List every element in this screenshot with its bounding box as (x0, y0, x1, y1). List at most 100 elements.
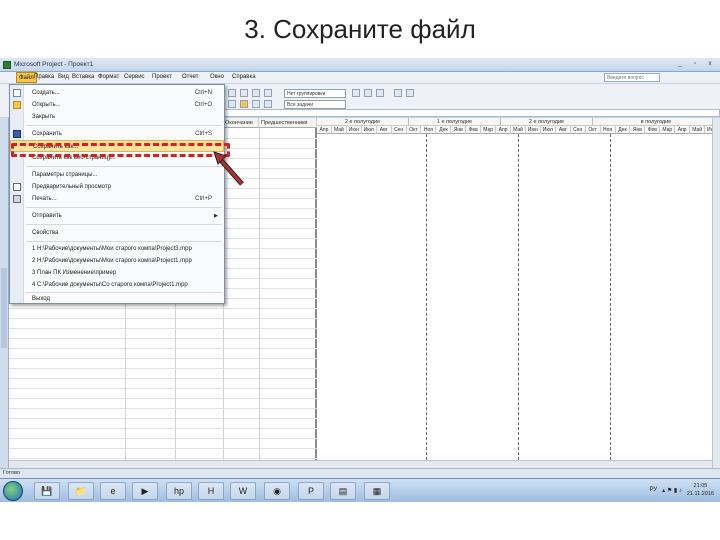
menu-item-new[interactable]: Создать... Ctrl+N (10, 87, 224, 99)
gantt-chart[interactable]: 2 е полугодие 1 е полугодие 2 е полугоди… (317, 118, 720, 460)
timescale-month: Дек (615, 126, 631, 134)
explorer-icon[interactable]: 📁 (68, 482, 94, 500)
view-bar[interactable] (0, 118, 9, 488)
help-search-input[interactable]: Введите вопрос (604, 73, 660, 82)
menu-item-recent-2[interactable]: 2 H:\Рабочие\документы\Мои старого компа… (10, 255, 224, 267)
menu-item-page-setup[interactable]: Параметры страницы... (10, 169, 224, 181)
start-button[interactable] (3, 481, 23, 501)
menu-format[interactable]: Формат (98, 74, 119, 80)
menu-item-label: Печать... (32, 196, 57, 202)
timescale-month: Сен (570, 126, 586, 134)
maximize-button[interactable]: ▫ (689, 60, 701, 69)
menu-item-open[interactable]: Открыть... Ctrl+O (10, 99, 224, 111)
save-as-highlight-box (11, 143, 230, 157)
view-bar-label (1, 268, 7, 348)
project-app-icon (3, 61, 11, 69)
menu-item-label: Свойства (32, 230, 59, 236)
menu-window[interactable]: Окно (210, 74, 224, 80)
toolbar-button[interactable] (394, 89, 402, 97)
menu-item-recent-3[interactable]: 3 План ПК Изменение\пример (10, 267, 224, 279)
timescale-month: Сен (391, 126, 407, 134)
menu-help[interactable]: Справка (232, 74, 256, 80)
menu-item-shortcut: Ctrl+O (194, 102, 212, 108)
menu-item-properties[interactable]: Свойства (10, 227, 224, 239)
submenu-arrow-icon: ▶ (214, 213, 218, 219)
period-divider (518, 134, 519, 460)
menu-insert[interactable]: Вставка (72, 74, 94, 80)
menu-bar: Файл Правка Вид Вставка Формат Сервис Пр… (0, 72, 720, 84)
menu-item-label: Закрыть (32, 114, 56, 120)
toolbar-button[interactable] (240, 100, 248, 108)
language-indicator[interactable]: РУ (649, 487, 657, 493)
word-icon[interactable]: W (230, 482, 256, 500)
hp-icon[interactable]: hp (166, 482, 192, 500)
floppy-icon[interactable]: 💾 (34, 482, 60, 500)
menu-item-print[interactable]: Печать... Ctrl+P (10, 193, 224, 205)
table-horizontal-scrollbar[interactable] (9, 460, 317, 468)
toolbar-button[interactable] (228, 100, 236, 108)
clock[interactable]: 21:05 21.11.2016 (687, 482, 714, 498)
menu-item-shortcut: Ctrl+P (195, 196, 212, 202)
media-player-icon[interactable]: ▶ (132, 482, 158, 500)
vertical-scrollbar[interactable] (712, 118, 720, 468)
toolbar-button[interactable] (406, 89, 414, 97)
gantt-horizontal-scrollbar[interactable] (317, 460, 712, 468)
menu-item-send[interactable]: Отправить ▶ (10, 210, 224, 222)
timescale-month: Ноя (600, 126, 616, 134)
menu-item-label: Предварительный просмотр (32, 184, 111, 190)
toolbar-button[interactable] (264, 100, 272, 108)
clock-time: 21:05 (693, 483, 708, 489)
zoom-in-button[interactable] (352, 89, 360, 97)
toolbar-button[interactable] (264, 89, 272, 97)
filter-combo[interactable]: Все задачи (284, 100, 346, 109)
toolbar-button[interactable] (252, 100, 260, 108)
window-titlebar: Microsoft Project - Проект1 _ ▫ x (0, 58, 720, 72)
toolbar-button[interactable] (376, 89, 384, 97)
timescale-month: Апр (317, 126, 332, 134)
table-row (9, 408, 317, 409)
reader-icon[interactable]: ▤ (330, 482, 356, 500)
toolbar-button[interactable] (240, 89, 248, 97)
timescale-month: Май (511, 126, 526, 134)
zoom-out-button[interactable] (364, 89, 372, 97)
menu-item-save[interactable]: Сохранить Ctrl+S (10, 128, 224, 140)
menu-item-label: Открыть... (32, 102, 61, 108)
menu-report[interactable]: Отчет (182, 74, 198, 80)
status-bar: Готово (0, 468, 720, 478)
timescale-month: Май (690, 126, 706, 134)
chrome-icon[interactable]: ◉ (264, 482, 290, 500)
table-row (9, 328, 317, 329)
toolbar-button[interactable] (228, 89, 236, 97)
taskbar: 💾 📁 e ▶ hp H W ◉ P ▤ ▦ РУ ▴ ⚑ ▮ ♪ 21:05 … (0, 478, 720, 502)
menu-separator (26, 207, 222, 208)
minimize-button[interactable]: _ (674, 60, 686, 69)
table-row (9, 428, 317, 429)
toolbar-button[interactable] (252, 89, 260, 97)
menu-item-print-preview[interactable]: Предварительный просмотр (10, 181, 224, 193)
menu-item-close[interactable]: Закрыть (10, 111, 224, 123)
powerpoint-icon[interactable]: P (298, 482, 324, 500)
table-row (9, 348, 317, 349)
close-button[interactable]: x (704, 60, 716, 69)
menu-view[interactable]: Вид (58, 74, 69, 80)
timescale-period: 2 е полугодие (501, 118, 593, 126)
browser-icon[interactable]: e (100, 482, 126, 500)
menu-tools[interactable]: Сервис (124, 74, 145, 80)
tray-icons[interactable]: ▴ ⚑ ▮ ♪ (662, 487, 682, 494)
menu-item-exit[interactable]: Выход (10, 293, 224, 305)
table-row (9, 418, 317, 419)
group-combo[interactable]: Нет группировки (284, 89, 346, 98)
timescale-month: Ноя (421, 126, 437, 134)
menu-item-recent-1[interactable]: 1 H:\Рабочие\документы\Мои старого компа… (10, 243, 224, 255)
project-window-icon[interactable]: ▦ (364, 482, 390, 500)
column-header-finish[interactable]: Окончание (223, 118, 259, 128)
entry-bar[interactable] (224, 109, 720, 117)
table-row (9, 378, 317, 379)
project-taskbar-icon[interactable]: H (198, 482, 224, 500)
menu-item-recent-4[interactable]: 4 C:\Рабочие документы\Со старого компа\… (10, 279, 224, 291)
slide: 3. Сохраните файл Microsoft Project - Пр… (0, 0, 720, 540)
menu-project[interactable]: Проект (152, 74, 172, 80)
column-header-predecessors[interactable]: Предшественники (259, 118, 317, 128)
menu-edit[interactable]: Правка (34, 74, 54, 80)
menu-item-label: 3 План ПК Изменение\пример (32, 270, 117, 276)
